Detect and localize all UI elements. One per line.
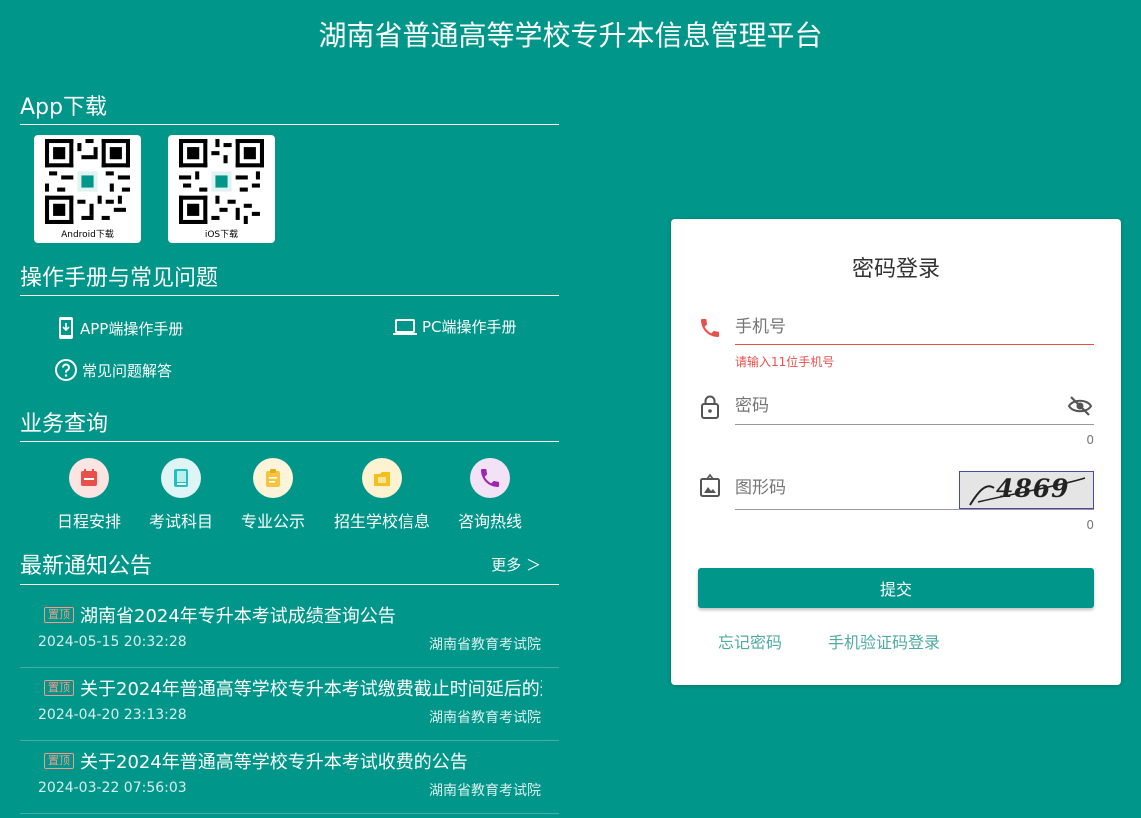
captcha-counter: 0 bbox=[1086, 518, 1094, 532]
page-title: 湖南省普通高等学校专升本信息管理平台 bbox=[318, 19, 823, 52]
manual-section-title: 操作手册与常见问题 bbox=[20, 260, 559, 296]
captcha-underline bbox=[735, 509, 1094, 510]
phone-icon bbox=[470, 458, 510, 498]
notice-item[interactable]: 置顶 关于2024年普通高等学校专升本考试收费的公告 2024-03-22 07… bbox=[20, 740, 559, 814]
password-counter: 0 bbox=[1086, 433, 1094, 447]
captcha-text: 4869 bbox=[996, 474, 1070, 503]
android-qr[interactable]: Android下载 bbox=[34, 135, 141, 243]
ios-download-label: iOS下载 bbox=[204, 230, 239, 240]
password-underline bbox=[735, 424, 1094, 425]
service-label: 考试科目 bbox=[148, 512, 213, 531]
clipboard-icon bbox=[253, 458, 293, 498]
notice-date: 2024-03-22 07:56:03 bbox=[38, 780, 187, 796]
lock-icon bbox=[701, 395, 719, 419]
notice-source: 湖南省教育考试院 bbox=[429, 637, 541, 653]
android-download-label: Android下载 bbox=[61, 230, 114, 240]
notice-date: 2024-05-15 20:32:28 bbox=[38, 634, 187, 650]
notice-source: 湖南省教育考试院 bbox=[429, 710, 541, 726]
eye-off-icon[interactable] bbox=[1067, 394, 1093, 418]
captcha-image[interactable]: 4869 bbox=[959, 471, 1094, 509]
notice-source: 湖南省教育考试院 bbox=[429, 783, 541, 799]
pinned-badge: 置顶 bbox=[44, 607, 74, 623]
faq-link[interactable]: 常见问题解答 bbox=[54, 358, 172, 382]
faq-label: 常见问题解答 bbox=[82, 361, 173, 380]
forgot-password-link[interactable]: 忘记密码 bbox=[718, 629, 782, 653]
login-card: 密码登录 请输入11位手机号 0 4869 0 提交 忘记密码 手机验证码登录 bbox=[671, 219, 1121, 685]
more-link[interactable]: 更多 ＞ bbox=[491, 554, 541, 575]
app-download-title: App下载 bbox=[20, 89, 559, 125]
notice-item[interactable]: 置顶 湖南省2024年专升本考试成绩查询公告 2024-05-15 20:32:… bbox=[20, 594, 559, 668]
phone-icon bbox=[701, 319, 719, 337]
app-manual-label: APP端操作手册 bbox=[80, 319, 184, 338]
question-circle-icon bbox=[55, 359, 77, 381]
notice-title[interactable]: 湖南省2024年专升本考试成绩查询公告 bbox=[80, 602, 542, 628]
book-icon bbox=[161, 458, 201, 498]
service-schools[interactable]: 招生学校信息 bbox=[331, 458, 433, 532]
qr-code-icon bbox=[45, 139, 130, 224]
laptop-icon bbox=[393, 318, 417, 335]
image-icon bbox=[700, 473, 720, 497]
calendar-icon bbox=[69, 458, 109, 498]
notice-title[interactable]: 关于2024年普通高等学校专升本考试收费的公告 bbox=[80, 748, 542, 774]
sms-login-link[interactable]: 手机验证码登录 bbox=[828, 629, 940, 653]
notice-item[interactable]: 置顶 关于2024年普通高等学校专升本考试缴费截止时间延后的通知 2024-04… bbox=[20, 667, 559, 741]
service-majors[interactable]: 专业公示 bbox=[239, 458, 307, 532]
notices-title: 最新通知公告 bbox=[20, 554, 153, 579]
notice-date: 2024-04-20 23:13:28 bbox=[38, 707, 187, 723]
login-title: 密码登录 bbox=[851, 257, 940, 282]
phone-error-message: 请输入11位手机号 bbox=[735, 355, 835, 369]
pinned-badge: 置顶 bbox=[44, 753, 74, 769]
folder-icon bbox=[362, 458, 402, 498]
service-hotline[interactable]: 咨询热线 bbox=[456, 458, 524, 532]
submit-button[interactable]: 提交 bbox=[698, 568, 1094, 608]
notices-header: 最新通知公告 更多 ＞ bbox=[20, 546, 559, 585]
pc-manual-link[interactable]: PC端操作手册 bbox=[392, 316, 517, 337]
business-section-title: 业务查询 bbox=[20, 406, 559, 442]
app-manual-link[interactable]: APP端操作手册 bbox=[56, 316, 183, 340]
service-label: 咨询热线 bbox=[457, 512, 522, 531]
password-input[interactable] bbox=[735, 396, 1055, 416]
service-subjects[interactable]: 考试科目 bbox=[147, 458, 215, 532]
service-label: 招生学校信息 bbox=[333, 512, 430, 531]
qr-code-icon bbox=[179, 139, 264, 224]
phone-input[interactable] bbox=[735, 317, 1094, 337]
mobile-phone-icon bbox=[59, 317, 73, 339]
pinned-badge: 置顶 bbox=[44, 680, 74, 696]
notice-title[interactable]: 关于2024年普通高等学校专升本考试缴费截止时间延后的通知 bbox=[80, 675, 542, 701]
phone-underline bbox=[735, 344, 1094, 345]
ios-qr[interactable]: iOS下载 bbox=[168, 135, 275, 243]
service-label: 专业公示 bbox=[240, 512, 305, 531]
service-schedule[interactable]: 日程安排 bbox=[55, 458, 123, 532]
pc-manual-label: PC端操作手册 bbox=[422, 318, 517, 336]
service-label: 日程安排 bbox=[56, 512, 121, 531]
captcha-input[interactable] bbox=[735, 478, 950, 498]
